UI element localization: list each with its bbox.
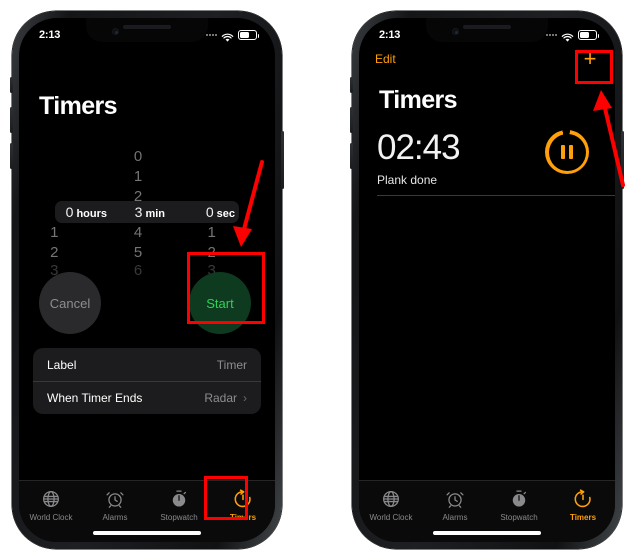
screenshot-stage: 2:13 Timers 1 2 3 0 1 2 4 5 6 1 2 3 0 ho… xyxy=(0,0,632,560)
cellular-dots-icon xyxy=(546,34,557,36)
phone-right: 2:13 Edit + Timers 02:43 Plank done Worl… xyxy=(350,11,624,549)
picker-value[interactable]: 1 xyxy=(29,224,108,241)
wifi-icon xyxy=(561,30,574,42)
timers-tab-highlight xyxy=(204,476,248,520)
picker-value[interactable]: 5 xyxy=(108,244,187,261)
volume-up-button[interactable] xyxy=(10,107,13,133)
picker-selected-minutes: 3 min xyxy=(113,204,183,220)
stopwatch-icon xyxy=(508,488,530,510)
edit-button[interactable]: Edit xyxy=(375,52,396,66)
row-divider xyxy=(377,195,615,196)
status-indicators xyxy=(546,30,599,42)
minutes-value: 3 xyxy=(134,204,143,220)
tab-world-clock[interactable]: World Clock xyxy=(359,488,423,522)
add-timer-button-highlight xyxy=(575,50,613,84)
seconds-value: 0 xyxy=(205,204,214,220)
active-timer-row[interactable]: 02:43 Plank done xyxy=(359,124,615,196)
power-button[interactable] xyxy=(621,131,624,189)
picker-value[interactable]: 1 xyxy=(186,224,265,241)
cellular-dots-icon xyxy=(206,34,217,36)
mute-switch[interactable] xyxy=(350,77,353,93)
tab-stopwatch[interactable]: Stopwatch xyxy=(147,488,211,522)
cancel-button[interactable]: Cancel xyxy=(39,272,101,334)
picker-selection-bar: 0 hours 3 min 0 sec xyxy=(55,201,239,223)
tab-label: Alarms xyxy=(442,513,468,522)
stopwatch-icon xyxy=(168,488,190,510)
tab-label: Stopwatch xyxy=(500,513,538,522)
timer-icon xyxy=(572,488,594,510)
alarm-clock-icon xyxy=(104,488,126,510)
home-indicator[interactable] xyxy=(433,531,541,535)
timer-settings-list: Label Timer When Timer Ends Radar › xyxy=(33,348,261,414)
screen-right: 2:13 Edit + Timers 02:43 Plank done Worl… xyxy=(359,18,615,542)
list-item-label[interactable]: Label Timer xyxy=(33,348,261,381)
volume-down-button[interactable] xyxy=(350,143,353,169)
tab-alarms[interactable]: Alarms xyxy=(83,488,147,522)
picker-value[interactable]: 0 xyxy=(108,148,187,165)
picker-value[interactable]: 4 xyxy=(108,224,187,241)
seconds-unit: sec xyxy=(216,208,235,220)
status-time: 2:13 xyxy=(39,29,61,41)
row-value-group: Timer xyxy=(217,358,247,372)
volume-down-button[interactable] xyxy=(10,143,13,169)
chevron-right-icon: › xyxy=(243,391,247,405)
row-value: Radar xyxy=(204,391,237,405)
duration-picker[interactable]: 1 2 3 0 1 2 4 5 6 1 2 3 0 hours 3 min 0 … xyxy=(29,146,265,279)
row-value: Timer xyxy=(216,357,247,372)
page-title-left: Timers xyxy=(39,92,118,120)
picker-value[interactable]: 2 xyxy=(29,244,108,261)
timer-remaining: 02:43 xyxy=(377,128,461,167)
tab-stopwatch[interactable]: Stopwatch xyxy=(487,488,551,522)
volume-up-button[interactable] xyxy=(350,107,353,133)
list-item-when-timer-ends[interactable]: When Timer Ends Radar › xyxy=(33,381,261,414)
pause-icon xyxy=(561,145,573,159)
pause-button[interactable] xyxy=(545,130,589,174)
wifi-icon xyxy=(221,30,234,42)
status-bar-right: 2:13 xyxy=(359,18,615,46)
tab-label: Alarms xyxy=(102,513,128,522)
globe-icon xyxy=(40,488,62,510)
tab-label: World Clock xyxy=(29,513,73,522)
row-label: When Timer Ends xyxy=(47,391,143,405)
alarm-clock-icon xyxy=(444,488,466,510)
home-indicator[interactable] xyxy=(93,531,201,535)
picker-selected-seconds: 0 sec xyxy=(183,204,239,220)
battery-icon xyxy=(238,30,259,40)
picker-selected-hours: 0 hours xyxy=(55,204,113,220)
hours-value: 0 xyxy=(65,204,74,220)
timer-label: Plank done xyxy=(377,173,438,187)
status-bar-left: 2:13 xyxy=(19,18,275,46)
row-label: Label xyxy=(47,357,77,372)
globe-icon xyxy=(380,488,402,510)
tab-alarms[interactable]: Alarms xyxy=(423,488,487,522)
start-button-highlight xyxy=(187,252,265,324)
tab-bar-right: World Clock Alarms Stopwatch Timers xyxy=(359,480,615,542)
row-value-group: Radar › xyxy=(204,391,247,405)
tab-label: Timers xyxy=(569,513,597,522)
status-time: 2:13 xyxy=(379,29,401,41)
power-button[interactable] xyxy=(281,131,284,189)
tab-label: World Clock xyxy=(369,513,413,522)
page-title-right: Timers xyxy=(379,86,458,114)
picker-value[interactable]: 1 xyxy=(108,168,187,185)
status-indicators xyxy=(206,30,259,42)
tab-timers[interactable]: Timers xyxy=(551,488,615,522)
tab-world-clock[interactable]: World Clock xyxy=(19,488,83,522)
mute-switch[interactable] xyxy=(10,77,13,93)
hours-unit: hours xyxy=(76,208,107,220)
minutes-unit: min xyxy=(145,208,165,220)
battery-icon xyxy=(578,30,599,40)
tab-label: Stopwatch xyxy=(160,513,198,522)
